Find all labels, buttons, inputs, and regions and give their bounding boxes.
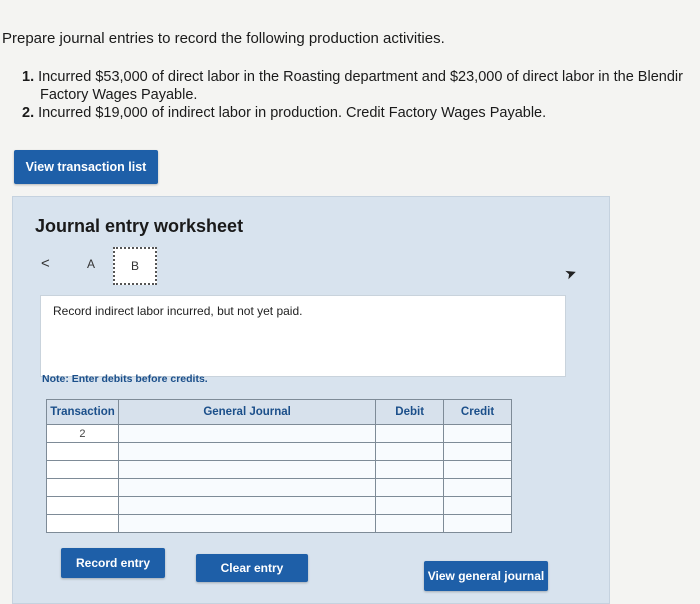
chevron-left-icon[interactable]: < bbox=[41, 255, 50, 272]
journal-entry-worksheet: Journal entry worksheet < A B Record ind… bbox=[12, 196, 610, 604]
table-row bbox=[46, 514, 512, 533]
account-field[interactable] bbox=[117, 442, 377, 461]
task-number: 2. bbox=[22, 105, 35, 121]
record-entry-button[interactable]: Record entry bbox=[61, 548, 165, 578]
debit-field[interactable] bbox=[375, 460, 445, 479]
credit-field[interactable] bbox=[443, 460, 512, 479]
debit-field[interactable] bbox=[375, 442, 445, 461]
debit-field[interactable] bbox=[375, 478, 445, 497]
task-list: 1. Incurred $53,000 of direct labor in th… bbox=[22, 68, 700, 122]
task-item-1-continued: Factory Wages Payable. bbox=[40, 87, 198, 103]
view-general-journal-button[interactable]: View general journal bbox=[424, 561, 548, 591]
transaction-ref-cell bbox=[46, 460, 119, 479]
column-header-transaction: Transaction bbox=[46, 399, 119, 425]
task-item-2: 2. Incurred $19,000 of indirect labor in … bbox=[22, 104, 700, 122]
account-field[interactable] bbox=[117, 514, 377, 533]
task-text: Incurred $53,000 of direct labor in the … bbox=[38, 69, 683, 85]
credit-field[interactable] bbox=[443, 496, 512, 515]
table-row bbox=[46, 460, 512, 479]
task-item-1: 1. Incurred $53,000 of direct labor in th… bbox=[22, 68, 700, 86]
debit-field[interactable] bbox=[375, 514, 445, 533]
account-field[interactable] bbox=[117, 424, 377, 443]
tab-a[interactable]: A bbox=[79, 253, 103, 275]
worksheet-title: Journal entry worksheet bbox=[35, 216, 244, 236]
task-text: Incurred $19,000 of indirect labor in pr… bbox=[38, 105, 547, 121]
credit-field[interactable] bbox=[443, 424, 512, 443]
journal-table: Transaction General Journal Debit Credit… bbox=[46, 399, 512, 533]
account-field[interactable] bbox=[117, 460, 377, 479]
debit-field[interactable] bbox=[375, 496, 445, 515]
credit-field[interactable] bbox=[443, 514, 512, 533]
column-header-debit: Debit bbox=[375, 399, 445, 425]
instruction-text: Record indirect labor incurred, but not … bbox=[53, 304, 303, 318]
debit-field[interactable] bbox=[375, 424, 445, 443]
transaction-ref-cell bbox=[46, 442, 119, 461]
column-header-credit: Credit bbox=[443, 399, 512, 425]
note-text: Note: Enter debits before credits. bbox=[42, 373, 208, 385]
task-number: 1. bbox=[22, 69, 35, 85]
tab-b[interactable]: B bbox=[113, 247, 157, 285]
transaction-ref-cell bbox=[46, 496, 119, 515]
table-row bbox=[46, 442, 512, 461]
transaction-ref-cell bbox=[46, 478, 119, 497]
account-field[interactable] bbox=[117, 478, 377, 497]
credit-field[interactable] bbox=[443, 442, 512, 461]
instruction-box: Record indirect labor incurred, but not … bbox=[40, 295, 566, 377]
clear-entry-button[interactable]: Clear entry bbox=[196, 554, 308, 582]
column-header-general-journal: General Journal bbox=[117, 399, 377, 425]
table-header-row: Transaction General Journal Debit Credit bbox=[46, 399, 512, 425]
table-row bbox=[46, 496, 512, 515]
transaction-ref-cell: 2 bbox=[46, 424, 119, 443]
table-row: 2 bbox=[46, 424, 512, 443]
instructions-heading: Prepare journal entries to record the fo… bbox=[2, 30, 445, 47]
view-transaction-list-button[interactable]: View transaction list bbox=[14, 150, 158, 184]
table-row bbox=[46, 478, 512, 497]
transaction-ref-cell bbox=[46, 514, 119, 533]
account-field[interactable] bbox=[117, 496, 377, 515]
credit-field[interactable] bbox=[443, 478, 512, 497]
